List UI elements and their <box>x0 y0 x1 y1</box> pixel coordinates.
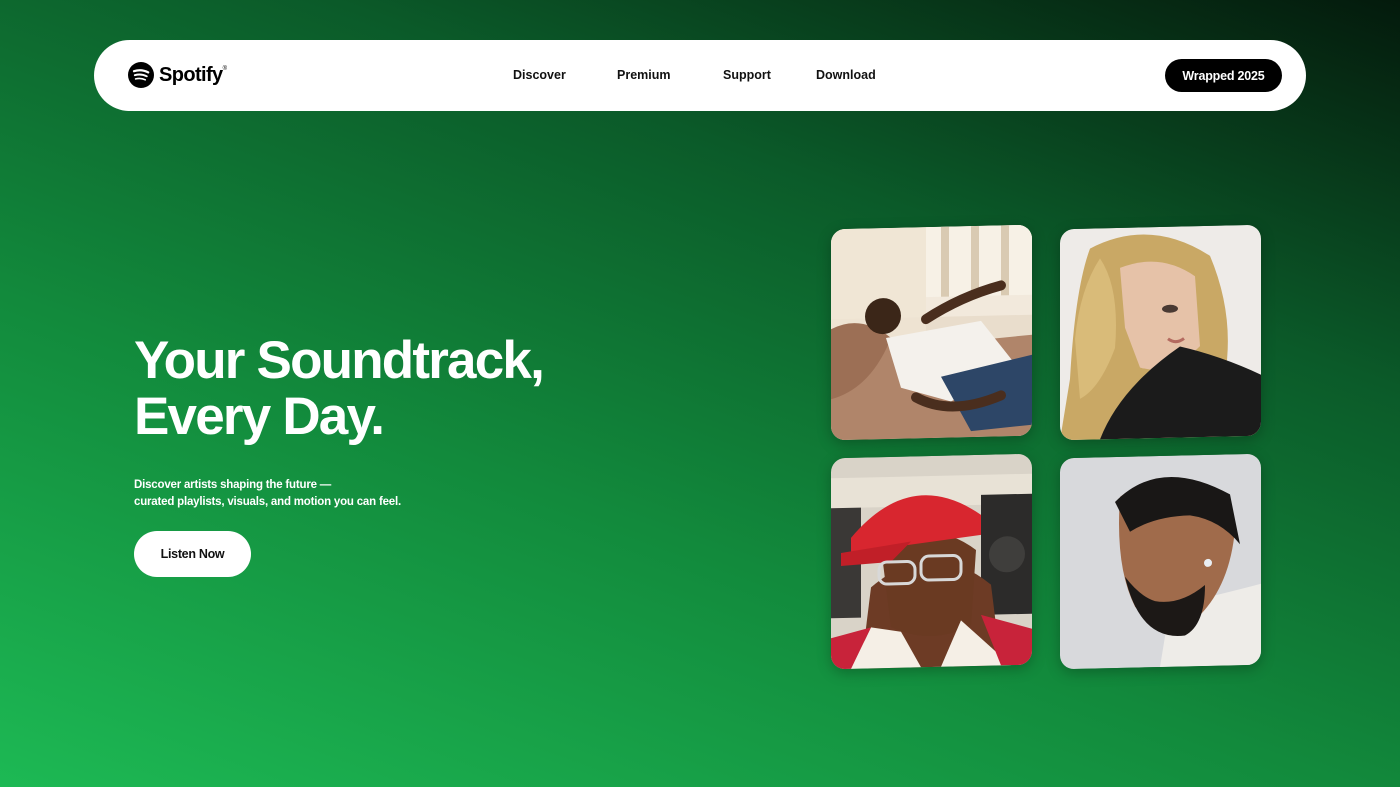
hero-title-line-1: Your Soundtrack, <box>134 331 545 390</box>
artist-card-2[interactable] <box>1060 224 1261 441</box>
artist-photo-1 <box>831 224 1032 441</box>
hero-subtitle: Discover artists shaping the future — cu… <box>134 477 454 511</box>
hero-subtitle-line-2: curated playlists, visuals, and motion y… <box>134 496 401 508</box>
wrapped-button[interactable]: Wrapped 2025 <box>1165 59 1282 92</box>
artist-card-4[interactable] <box>1060 453 1261 670</box>
nav-link-discover[interactable]: Discover <box>513 68 566 82</box>
spotify-logo[interactable]: Spotify® <box>128 62 227 88</box>
artist-card-3[interactable] <box>831 453 1032 670</box>
nav-link-support[interactable]: Support <box>723 68 771 82</box>
spotify-logo-icon <box>128 62 154 88</box>
hero-title: Your Soundtrack, Every Day. <box>134 333 614 445</box>
brand-name: Spotify® <box>159 63 227 86</box>
artist-photo-4 <box>1060 453 1261 670</box>
nav-link-premium[interactable]: Premium <box>617 68 671 82</box>
hero-subtitle-line-1: Discover artists shaping the future — <box>134 479 332 491</box>
artist-card-1[interactable] <box>831 224 1032 441</box>
top-navbar: Spotify® Discover Premium Support Downlo… <box>94 40 1306 111</box>
nav-link-download[interactable]: Download <box>816 68 876 82</box>
artist-photo-2 <box>1060 224 1261 441</box>
artist-photo-3 <box>831 453 1032 670</box>
hero-title-line-2: Every Day. <box>134 387 385 446</box>
listen-now-button[interactable]: Listen Now <box>134 531 251 577</box>
